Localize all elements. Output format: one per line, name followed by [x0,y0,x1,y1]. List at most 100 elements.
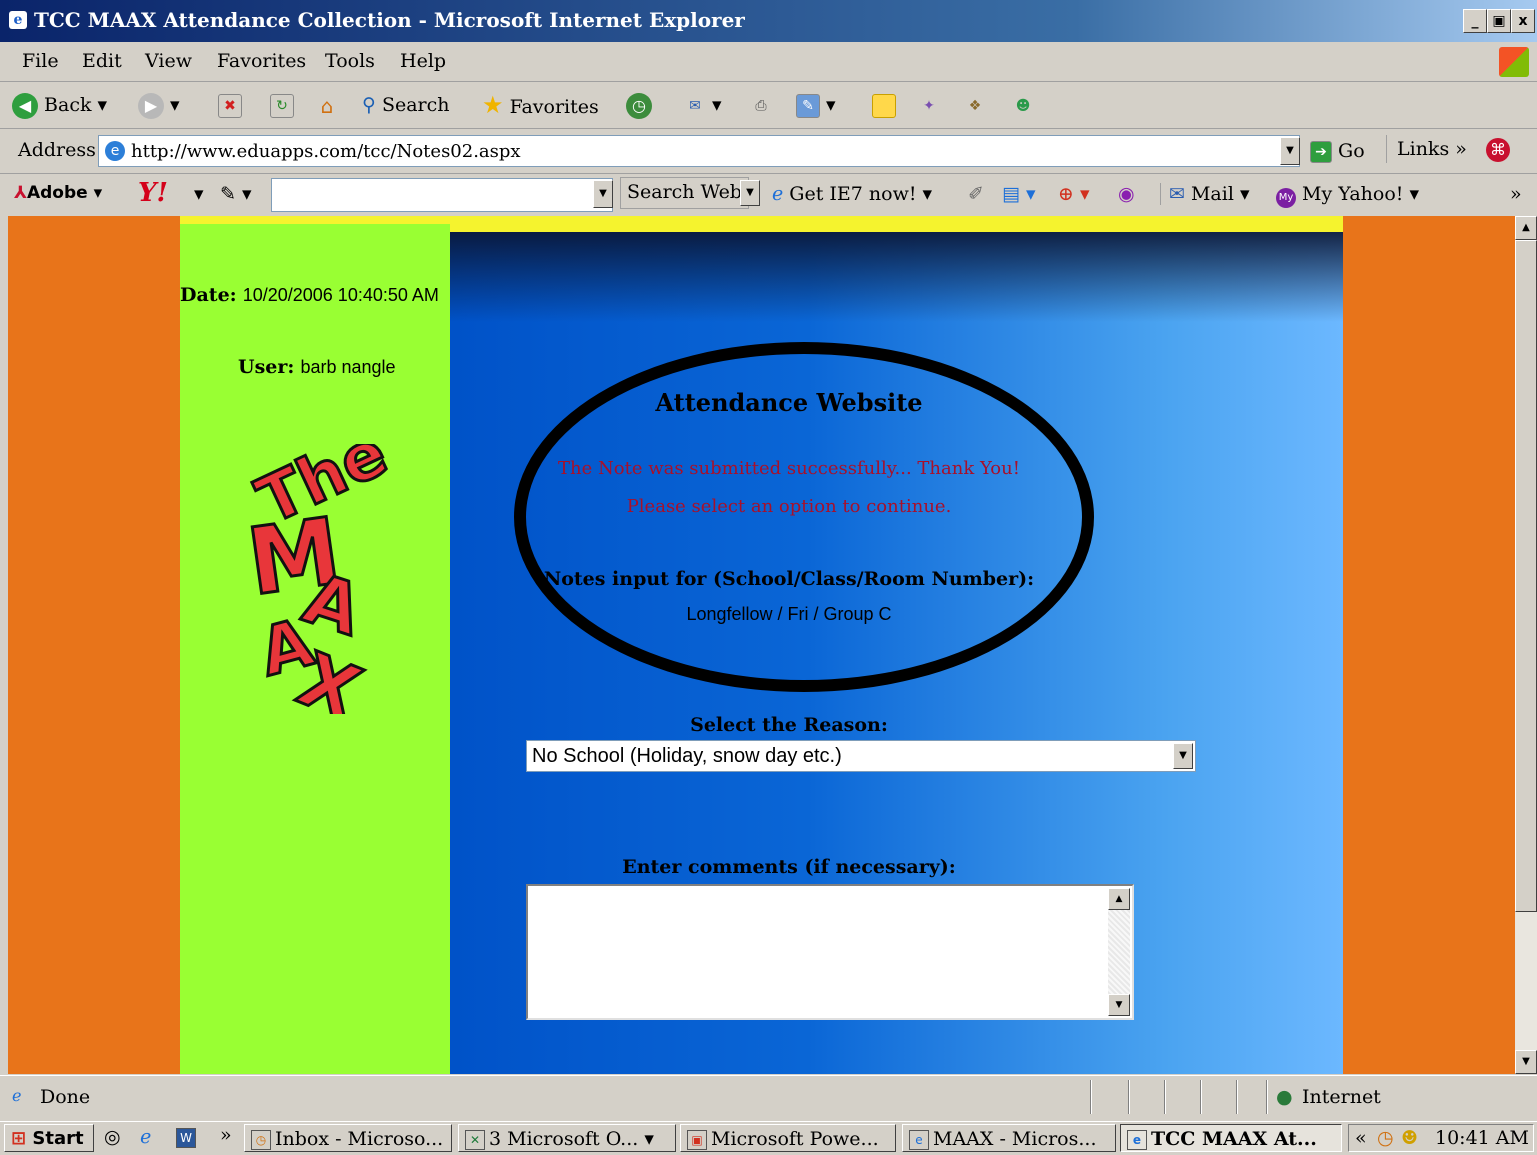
bookmark-button[interactable]: ❖ [964,91,986,119]
user-line: User: barb nangle [238,356,396,378]
page-scrollbar[interactable]: ▲ ▼ [1515,216,1537,1074]
close-button[interactable]: x [1511,9,1535,33]
adobe-label: Adobe [26,183,88,203]
search-web-dropdown[interactable]: ▼ [740,180,760,206]
quicklaunch-word-icon[interactable]: W [176,1126,200,1148]
scroll-thumb[interactable] [1515,240,1537,912]
highlight-pen-icon[interactable]: ✐ [968,183,984,205]
task-tcc-maax[interactable]: e TCC MAAX At... [1120,1124,1342,1152]
refresh-button[interactable]: ↻ [270,91,294,119]
yahoo-logo[interactable]: Y! [138,178,168,208]
research-icon: ✦ [923,98,935,114]
scroll-up-button[interactable]: ▲ [1515,216,1537,240]
task-maax[interactable]: e MAAX - Micros... [902,1124,1116,1152]
yahoo-search-input[interactable] [271,178,613,212]
edit-page-icon: ✎ [796,94,820,118]
menu-file[interactable]: File [22,50,59,72]
reason-select[interactable]: No School (Holiday, snow day etc.) ▼ [526,740,1196,772]
task-label: MAAX - Micros... [933,1128,1097,1150]
maximize-button[interactable]: ▣ [1487,9,1511,33]
yahoo-search-dropdown[interactable]: ▼ [593,180,613,208]
adobe-button[interactable]: ⅄Adobe ▾ [14,183,102,203]
user-value: barb nangle [300,357,396,377]
star-icon: ★ [482,91,504,119]
main-content: Attendance Website The Note was submitte… [450,232,1343,1074]
quicklaunch-ie-icon[interactable]: ℯ [140,1126,151,1148]
get-ie7-button[interactable]: ℯ Get IE7 now! ▾ [772,183,932,205]
textarea-scrollbar[interactable]: ▲ ▼ [1108,888,1130,1016]
history-button[interactable]: ◷ [626,91,652,119]
quicklaunch-more[interactable]: » [220,1124,232,1146]
status-text: Done [40,1086,91,1108]
task-powerpoint[interactable]: ▣ Microsoft Powe... [680,1124,896,1152]
go-label: Go [1338,140,1365,162]
print-button[interactable]: ⎙ [750,91,772,119]
address-input[interactable]: e http://www.eduapps.com/tcc/Notes02.asp… [98,135,1300,167]
forward-button[interactable]: ▶ ▾ [138,91,180,119]
notes-button[interactable] [872,91,896,119]
task-label: Microsoft Powe... [711,1128,879,1150]
clock[interactable]: 10:41 AM [1435,1127,1529,1149]
print-icon: ⎙ [755,98,767,114]
tray-messenger-icon[interactable]: ☻ [1401,1127,1418,1149]
maax-logo: The M A A X [240,444,400,714]
home-button[interactable]: ⌂ [316,91,338,119]
address-dropdown-button[interactable]: ▼ [1280,137,1300,165]
menu-edit[interactable]: Edit [82,50,122,72]
comments-textarea[interactable]: ▲ ▼ [526,884,1134,1020]
menu-favorites[interactable]: Favorites [217,50,306,72]
back-button[interactable]: ◀ Back ▾ [12,91,107,119]
textarea-scroll-down[interactable]: ▼ [1108,994,1130,1016]
edit-button[interactable]: ✎ ▾ [796,91,836,119]
search-button[interactable]: ⚲ Search [362,91,450,119]
globe-icon: ● [1276,1086,1293,1108]
acrobat-button[interactable]: ⌘ [1486,135,1510,163]
tray-reminder-icon[interactable]: ◷ [1377,1127,1394,1149]
links-button[interactable]: Links » [1386,135,1467,163]
antispy-button[interactable]: ⊕ ▾ [1058,183,1090,205]
pencil-icon: ✎ [220,183,236,205]
toolbar-options-button[interactable]: ▤ ▾ [1002,183,1036,205]
menu-bar: File Edit View Favorites Tools Help [0,43,1537,82]
minimize-button[interactable]: _ [1463,9,1487,33]
status-divider [1090,1080,1092,1114]
research-button[interactable]: ✦ [918,91,940,119]
yahoo-menu-dropdown[interactable]: ▾ [194,183,204,205]
messenger-button[interactable]: ☻ [1012,91,1034,119]
my-yahoo-link[interactable]: My My Yahoo! ▾ [1276,183,1419,208]
messenger-icon: ☻ [1015,98,1031,114]
mail-link[interactable]: ✉ Mail ▾ [1160,183,1249,205]
search-web-button[interactable]: Search Web [620,177,749,209]
header-shadow [450,232,1343,322]
start-button[interactable]: ⊞ Start [4,1124,94,1152]
menu-help[interactable]: Help [400,50,446,72]
stop-button[interactable]: ✖ [218,91,242,119]
address-label: Address [18,139,96,161]
reason-dropdown-button[interactable]: ▼ [1173,743,1193,769]
scroll-down-button[interactable]: ▼ [1515,1050,1537,1074]
ie-app-icon[interactable]: e [9,11,27,29]
toolbar-more-button[interactable]: » [1510,183,1522,205]
task-office[interactable]: ✕ 3 Microsoft O... ▾ [458,1124,676,1152]
powerpoint-icon: ▣ [687,1130,707,1150]
excel-icon: ✕ [465,1130,485,1150]
audio-button[interactable]: ◉ [1118,183,1135,205]
search-web-label: Search Web [627,181,742,203]
windows-flag-icon: ⊞ [11,1128,27,1149]
quicklaunch-outlook-icon[interactable]: ◎ [104,1126,121,1148]
refresh-icon: ↻ [270,94,294,118]
textarea-scroll-up[interactable]: ▲ [1108,888,1130,910]
mail-button[interactable]: ✉ ▾ [684,91,721,119]
mail-label: Mail [1190,183,1234,205]
ie-page-icon: e [105,141,125,161]
menu-view[interactable]: View [145,50,192,72]
tray-expand-button[interactable]: « [1355,1127,1367,1149]
task-inbox[interactable]: ◷ Inbox - Microso... [244,1124,452,1152]
sticky-note-icon [872,94,896,118]
task-label: Inbox - Microso... [275,1128,444,1150]
go-button[interactable]: ➔ Go [1310,137,1365,165]
menu-tools[interactable]: Tools [325,50,375,72]
windows-logo-icon [1499,47,1529,77]
favorites-button[interactable]: ★ Favorites [482,91,599,119]
pencil-dropdown[interactable]: ✎ ▾ [220,183,252,205]
